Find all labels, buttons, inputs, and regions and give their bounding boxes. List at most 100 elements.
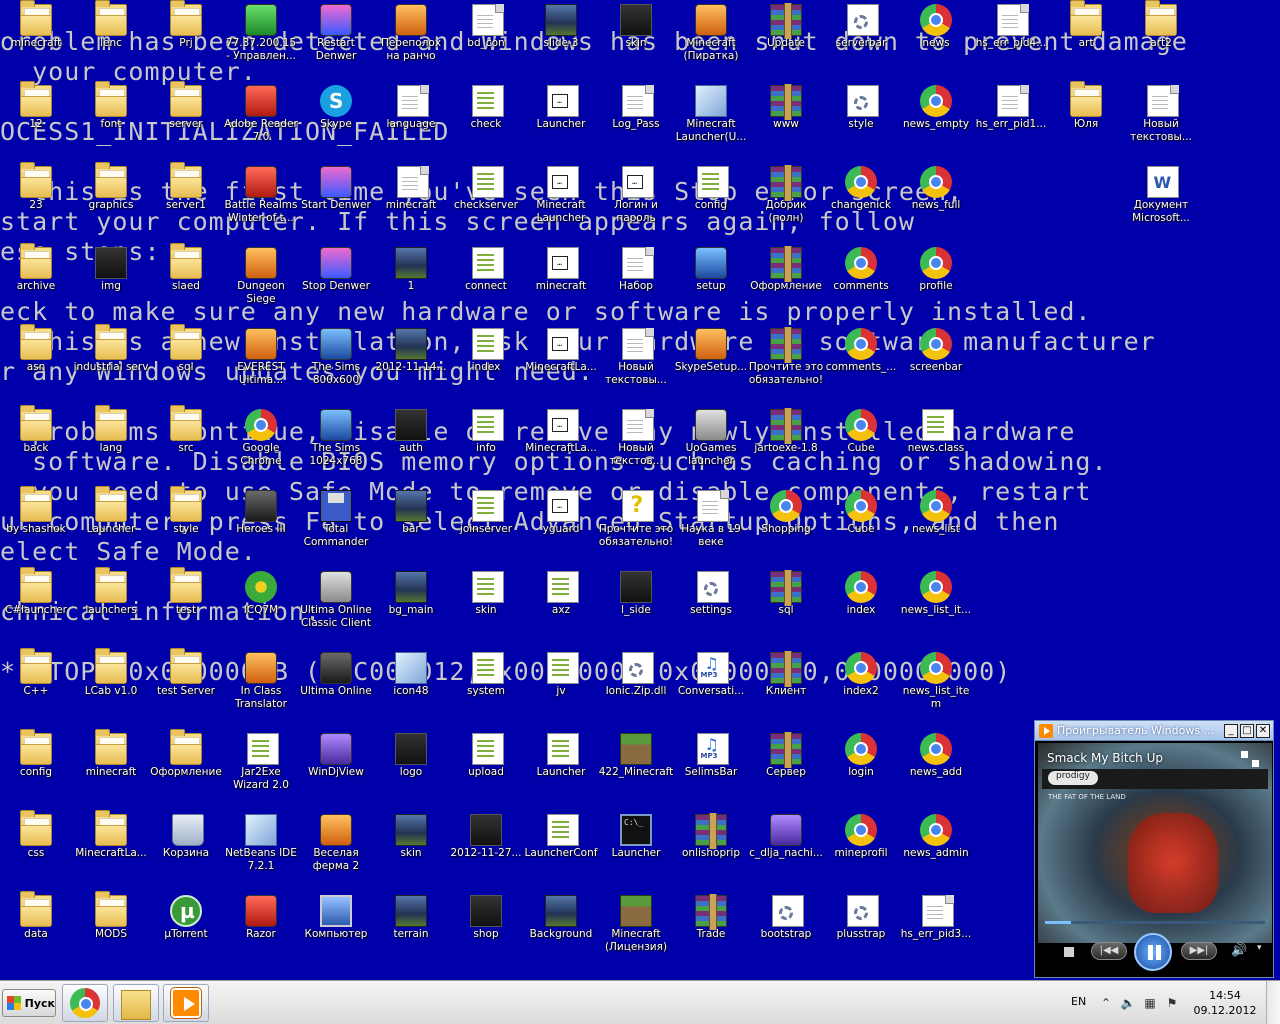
minimize-button[interactable]: _ bbox=[1224, 723, 1238, 738]
desktop-icon[interactable]: Google Chrome bbox=[223, 405, 299, 485]
desktop-icon[interactable]: MinecraftLa... bbox=[73, 810, 149, 890]
desktop-icon[interactable]: settings bbox=[673, 567, 749, 647]
desktop-icon[interactable]: C++ bbox=[0, 648, 74, 728]
desktop-icon[interactable]: Новый текстовы... bbox=[1123, 81, 1199, 161]
desktop-icon[interactable]: upload bbox=[448, 729, 524, 809]
media-player-window[interactable]: Проигрыватель Windows ... _ □ ✕ prodigy … bbox=[1034, 720, 1274, 978]
desktop-icon[interactable]: Stop Denwer bbox=[298, 243, 374, 323]
desktop-icon[interactable]: Adobe Reader 7.0 bbox=[223, 81, 299, 161]
maximize-button[interactable]: □ bbox=[1240, 723, 1254, 738]
desktop-icon[interactable]: launchers bbox=[73, 567, 149, 647]
desktop-icon[interactable]: Новый текстов... bbox=[598, 405, 674, 485]
desktop-icon[interactable]: src bbox=[148, 405, 224, 485]
pause-button[interactable] bbox=[1134, 933, 1172, 971]
desktop-icon[interactable]: news_admin bbox=[898, 810, 974, 890]
desktop-icon[interactable]: Добрик (полн) bbox=[748, 162, 824, 242]
desktop-icon[interactable]: Компьютер bbox=[298, 891, 374, 971]
previous-button[interactable]: |◀◀ bbox=[1091, 942, 1127, 960]
desktop-icon[interactable]: news_list_item bbox=[898, 648, 974, 728]
desktop-icon[interactable]: Веселая ферма 2 bbox=[298, 810, 374, 890]
desktop-icon[interactable]: Прочтите это обязательно! bbox=[598, 486, 674, 566]
desktop-icon[interactable]: comments_... bbox=[823, 324, 899, 404]
desktop-icon[interactable]: Dungeon Siege bbox=[223, 243, 299, 323]
desktop-icon[interactable]: Minecraft (Пиратка) bbox=[673, 0, 749, 80]
desktop-icon[interactable]: industrial serv bbox=[73, 324, 149, 404]
desktop-icon[interactable]: Minecraft (Лицензия) bbox=[598, 891, 674, 971]
taskbar-media-player-button[interactable] bbox=[163, 984, 209, 1022]
desktop-icon[interactable]: news_full bbox=[898, 162, 974, 242]
desktop-icon[interactable]: Trade bbox=[673, 891, 749, 971]
desktop-icon[interactable]: Background bbox=[523, 891, 599, 971]
desktop-icon[interactable]: WinDjView bbox=[298, 729, 374, 809]
desktop-icon[interactable]: c_dlja_nachi... bbox=[748, 810, 824, 890]
desktop-icon[interactable]: SkypeSetup... bbox=[673, 324, 749, 404]
desktop-icon[interactable]: Ultima Online Classic Client bbox=[298, 567, 374, 647]
desktop-icon[interactable]: Ultima Online bbox=[298, 648, 374, 728]
seek-bar[interactable] bbox=[1045, 921, 1265, 924]
desktop-icon[interactable]: LCab v1.0 bbox=[73, 648, 149, 728]
desktop-icon[interactable]: l_side bbox=[598, 567, 674, 647]
desktop-icon[interactable]: Minecraft Launcher(U... bbox=[673, 81, 749, 161]
desktop-icon[interactable]: hs_err_pid3... bbox=[898, 891, 974, 971]
desktop-icon[interactable]: … MinecraftLa... bbox=[523, 324, 599, 404]
desktop-icon[interactable]: Cube bbox=[823, 486, 899, 566]
desktop-icon[interactable]: asn bbox=[0, 324, 74, 404]
desktop-icon[interactable]: Cube bbox=[823, 405, 899, 485]
speaker-icon[interactable]: 🔈 bbox=[1120, 995, 1136, 1011]
desktop-icon[interactable]: In Class Translator bbox=[223, 648, 299, 728]
desktop-icon[interactable]: test bbox=[148, 567, 224, 647]
desktop-icon[interactable]: by shashok bbox=[0, 486, 74, 566]
show-hidden-icon[interactable]: ⌃ bbox=[1098, 995, 1114, 1011]
desktop-icon[interactable]: … MinecraftLa... bbox=[523, 405, 599, 485]
desktop-icon[interactable]: minecraft bbox=[373, 162, 449, 242]
desktop-icon[interactable]: server bbox=[148, 81, 224, 161]
desktop-icon[interactable]: connect bbox=[448, 243, 524, 323]
desktop-icon[interactable]: bootstrap bbox=[748, 891, 824, 971]
desktop-icon[interactable]: news_list bbox=[898, 486, 974, 566]
desktop-icon[interactable]: profile bbox=[898, 243, 974, 323]
desktop-icon[interactable]: Документ Microsoft... bbox=[1123, 162, 1199, 242]
desktop-icon[interactable]: auth bbox=[373, 405, 449, 485]
desktop-icon[interactable]: slaed bbox=[148, 243, 224, 323]
next-button[interactable]: ▶▶| bbox=[1181, 942, 1217, 960]
desktop-icon[interactable]: hs_err_pid4... bbox=[973, 0, 1049, 80]
desktop-icon[interactable]: check bbox=[448, 81, 524, 161]
desktop-icon[interactable]: serverbar bbox=[823, 0, 899, 80]
flag-icon[interactable]: ⚑ bbox=[1164, 995, 1180, 1011]
desktop-icon[interactable]: lang bbox=[73, 405, 149, 485]
desktop-icon[interactable]: Start Denwer bbox=[298, 162, 374, 242]
desktop-icon[interactable]: lenc bbox=[73, 0, 149, 80]
desktop-icon[interactable]: joinserver bbox=[448, 486, 524, 566]
desktop-icon[interactable]: UoGames launcher bbox=[673, 405, 749, 485]
stop-button[interactable] bbox=[1064, 947, 1074, 957]
desktop-icon[interactable]: Прочтите это обязательно! bbox=[748, 324, 824, 404]
desktop-icon[interactable]: art bbox=[1048, 0, 1124, 80]
desktop-icon[interactable]: checkserver bbox=[448, 162, 524, 242]
desktop-icon[interactable]: … minecraft bbox=[523, 243, 599, 323]
desktop-icon[interactable]: Shopping bbox=[748, 486, 824, 566]
desktop-icon[interactable]: news_empty bbox=[898, 81, 974, 161]
desktop-icon[interactable]: font bbox=[73, 81, 149, 161]
desktop-icon[interactable]: Оформление bbox=[148, 729, 224, 809]
volume-icon[interactable]: 🔊 bbox=[1231, 943, 1247, 958]
desktop-icon[interactable]: skin bbox=[373, 810, 449, 890]
desktop-icon[interactable]: LauncherConf bbox=[523, 810, 599, 890]
desktop-icon[interactable]: Launcher bbox=[523, 729, 599, 809]
show-desktop-button[interactable] bbox=[1266, 981, 1280, 1024]
desktop-icon[interactable]: Battle Realms Winter of t... bbox=[223, 162, 299, 242]
desktop-icon[interactable]: Prj bbox=[148, 0, 224, 80]
desktop-icon[interactable]: skin bbox=[598, 0, 674, 80]
desktop-icon[interactable]: Оформление bbox=[748, 243, 824, 323]
desktop-icon[interactable]: 2012-11-14... bbox=[373, 324, 449, 404]
desktop-icon[interactable]: icon48 bbox=[373, 648, 449, 728]
desktop-icon[interactable]: config bbox=[0, 729, 74, 809]
volume-dropdown-icon[interactable]: ▾ bbox=[1257, 943, 1262, 953]
desktop-icon[interactable]: bg_main bbox=[373, 567, 449, 647]
media-player-titlebar[interactable]: Проигрыватель Windows ... _ □ ✕ bbox=[1035, 721, 1273, 741]
desktop-icon[interactable]: index bbox=[448, 324, 524, 404]
taskbar-chrome-button[interactable] bbox=[62, 984, 108, 1022]
desktop-icon[interactable]: Переполох на ранчо bbox=[373, 0, 449, 80]
desktop-icon[interactable]: Launcher bbox=[73, 486, 149, 566]
desktop-icon[interactable]: login bbox=[823, 729, 899, 809]
desktop-icon[interactable]: bar bbox=[373, 486, 449, 566]
